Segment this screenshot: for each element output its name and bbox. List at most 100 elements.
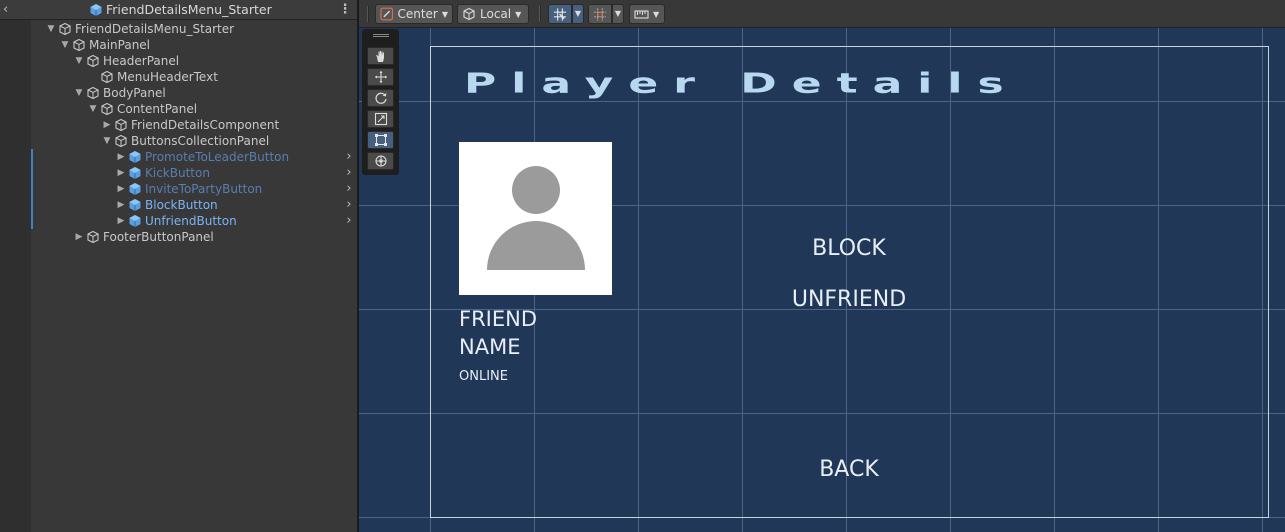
- pivot-rotation-label: Local: [480, 7, 512, 21]
- gameobject-cube-icon: [114, 118, 128, 132]
- gameobject-cube-icon: [86, 230, 100, 244]
- expand-arrow-right-icon[interactable]: ▶: [116, 149, 126, 165]
- expand-arrow-right-icon[interactable]: ▶: [74, 229, 84, 245]
- scale-tool-button[interactable]: [367, 110, 394, 128]
- scene-toolbar: Center ▼ Local ▼ ▼ ▼ ▼: [359, 0, 1285, 28]
- gameobject-cube-icon: [72, 38, 86, 52]
- pivot-mode-dropdown[interactable]: Center ▼: [375, 4, 453, 24]
- toolbar-grip: [539, 6, 541, 22]
- toolbar-grip: [367, 6, 369, 22]
- pivot-rotation-dropdown[interactable]: Local ▼: [457, 4, 529, 24]
- hierarchy-item[interactable]: ▼ FriendDetailsMenu_Starter: [0, 21, 358, 37]
- hand-icon: [375, 51, 384, 62]
- hierarchy-item[interactable]: ▶ InviteToPartyButton ›: [0, 181, 358, 197]
- menu-header-text[interactable]: Player Details: [464, 70, 1019, 97]
- rect-transform-icon: [374, 134, 387, 146]
- prefab-cube-icon: [128, 150, 142, 164]
- expand-arrow-right-icon[interactable]: ▶: [102, 117, 112, 133]
- ruler-dropdown[interactable]: ▼: [629, 4, 665, 24]
- hierarchy-item-label: PromoteToLeaderButton: [145, 150, 290, 164]
- transform-icon: [374, 155, 387, 167]
- hierarchy-item[interactable]: ▶ FriendDetailsComponent: [0, 117, 358, 133]
- prefab-override-bar: [31, 181, 33, 197]
- scene-view[interactable]: Center ▼ Local ▼ ▼ ▼ ▼ Player Details FR…: [359, 0, 1285, 532]
- prefab-cube-icon: [128, 198, 142, 212]
- expand-arrow-right-icon[interactable]: ▶: [116, 165, 126, 181]
- grid-snapping-dropdown[interactable]: ▼: [572, 4, 584, 24]
- rotate-tool-button[interactable]: [367, 89, 394, 107]
- back-button[interactable]: BACK: [779, 455, 919, 485]
- expand-arrow-right-icon[interactable]: ▶: [116, 213, 126, 229]
- rect-tool-button[interactable]: [367, 131, 394, 149]
- pivot-mode-label: Center: [397, 7, 438, 21]
- hierarchy-item[interactable]: ▼ MainPanel: [0, 37, 358, 53]
- increment-snap-button[interactable]: [588, 4, 612, 24]
- prefab-override-bar: [31, 149, 33, 165]
- hierarchy-item[interactable]: ▶ BlockButton ›: [0, 197, 358, 213]
- prefab-cube-icon: [128, 166, 142, 180]
- gameobject-cube-icon: [114, 134, 128, 148]
- hierarchy-item-label: FriendDetailsComponent: [131, 118, 280, 132]
- hand-tool-button[interactable]: [367, 47, 394, 65]
- hierarchy-panel: ‹ FriendDetailsMenu_Starter ⋮ ▼ FriendDet…: [0, 0, 358, 532]
- hierarchy-item-label: HeaderPanel: [103, 54, 180, 68]
- chevron-right-icon[interactable]: ›: [343, 149, 355, 165]
- palette-grip[interactable]: [373, 34, 389, 37]
- expand-arrow-down-icon[interactable]: ▼: [102, 133, 112, 149]
- avatar[interactable]: [459, 142, 612, 295]
- chevron-right-icon[interactable]: ›: [343, 213, 355, 229]
- move-icon: [374, 71, 387, 83]
- prefab-override-bar: [31, 197, 33, 213]
- prefab-title: FriendDetailsMenu_Starter: [89, 2, 272, 18]
- hierarchy-item-label: InviteToPartyButton: [145, 182, 263, 196]
- hierarchy-item-label: BlockButton: [145, 198, 218, 212]
- more-options-icon[interactable]: ⋮: [338, 2, 352, 18]
- gameobject-cube-icon: [100, 70, 114, 84]
- grid-snap-icon: [553, 7, 567, 21]
- grid-snapping-button[interactable]: [548, 4, 572, 24]
- hierarchy-header: ‹ FriendDetailsMenu_Starter ⋮: [0, 0, 358, 20]
- unfriend-button[interactable]: UNFRIEND: [759, 285, 939, 315]
- local-cube-icon: [463, 7, 475, 21]
- hierarchy-item-label: UnfriendButton: [145, 214, 237, 228]
- hierarchy-item[interactable]: ▼ ButtonsCollectionPanel: [0, 133, 358, 149]
- prefab-cube-icon: [128, 182, 142, 196]
- hierarchy-item[interactable]: ▼ ContentPanel: [0, 101, 358, 117]
- hierarchy-item[interactable]: ▼ HeaderPanel: [0, 53, 358, 69]
- gameobject-cube-icon: [86, 86, 100, 100]
- chevron-right-icon[interactable]: ›: [343, 165, 355, 181]
- block-button[interactable]: BLOCK: [779, 234, 919, 264]
- transform-tool-button[interactable]: [367, 152, 394, 170]
- hierarchy-item[interactable]: ▶ FooterButtonPanel: [0, 229, 358, 245]
- expand-arrow-down-icon[interactable]: ▼: [88, 101, 98, 117]
- prefab-override-bar: [31, 213, 33, 229]
- hierarchy-item[interactable]: ▶ KickButton ›: [0, 165, 358, 181]
- gameobject-cube-icon: [100, 102, 114, 116]
- hierarchy-item[interactable]: ▶ UnfriendButton ›: [0, 213, 358, 229]
- chevron-right-icon[interactable]: ›: [343, 181, 355, 197]
- hierarchy-item-label: BodyPanel: [103, 86, 166, 100]
- move-tool-button[interactable]: [367, 68, 394, 86]
- rotate-icon: [375, 92, 387, 104]
- hierarchy-item[interactable]: ▶ PromoteToLeaderButton ›: [0, 149, 358, 165]
- hierarchy-item[interactable]: ▼ BodyPanel: [0, 85, 358, 101]
- expand-arrow-down-icon[interactable]: ▼: [74, 53, 84, 69]
- hierarchy-item-label: FooterButtonPanel: [103, 230, 214, 244]
- user-silhouette-icon: [487, 166, 585, 270]
- expand-arrow-down-icon[interactable]: ▼: [46, 21, 56, 37]
- expand-arrow-down-icon[interactable]: ▼: [74, 85, 84, 101]
- chevron-down-icon: ▼: [515, 9, 522, 19]
- hierarchy-item-label: FriendDetailsMenu_Starter: [75, 22, 235, 36]
- expand-arrow-right-icon[interactable]: ▶: [116, 197, 126, 213]
- scale-icon: [374, 112, 387, 126]
- back-icon[interactable]: ‹: [3, 2, 15, 18]
- friend-name-text[interactable]: FRIEND NAME: [459, 305, 599, 361]
- hierarchy-item[interactable]: MenuHeaderText: [0, 69, 358, 85]
- expand-arrow-right-icon[interactable]: ▶: [116, 181, 126, 197]
- prefab-cube-icon: [128, 214, 142, 228]
- increment-snap-dropdown[interactable]: ▼: [612, 4, 624, 24]
- chevron-right-icon[interactable]: ›: [343, 197, 355, 213]
- expand-arrow-down-icon[interactable]: ▼: [60, 37, 70, 53]
- increment-snap-icon: [593, 7, 607, 21]
- friend-status-text[interactable]: ONLINE: [459, 368, 508, 386]
